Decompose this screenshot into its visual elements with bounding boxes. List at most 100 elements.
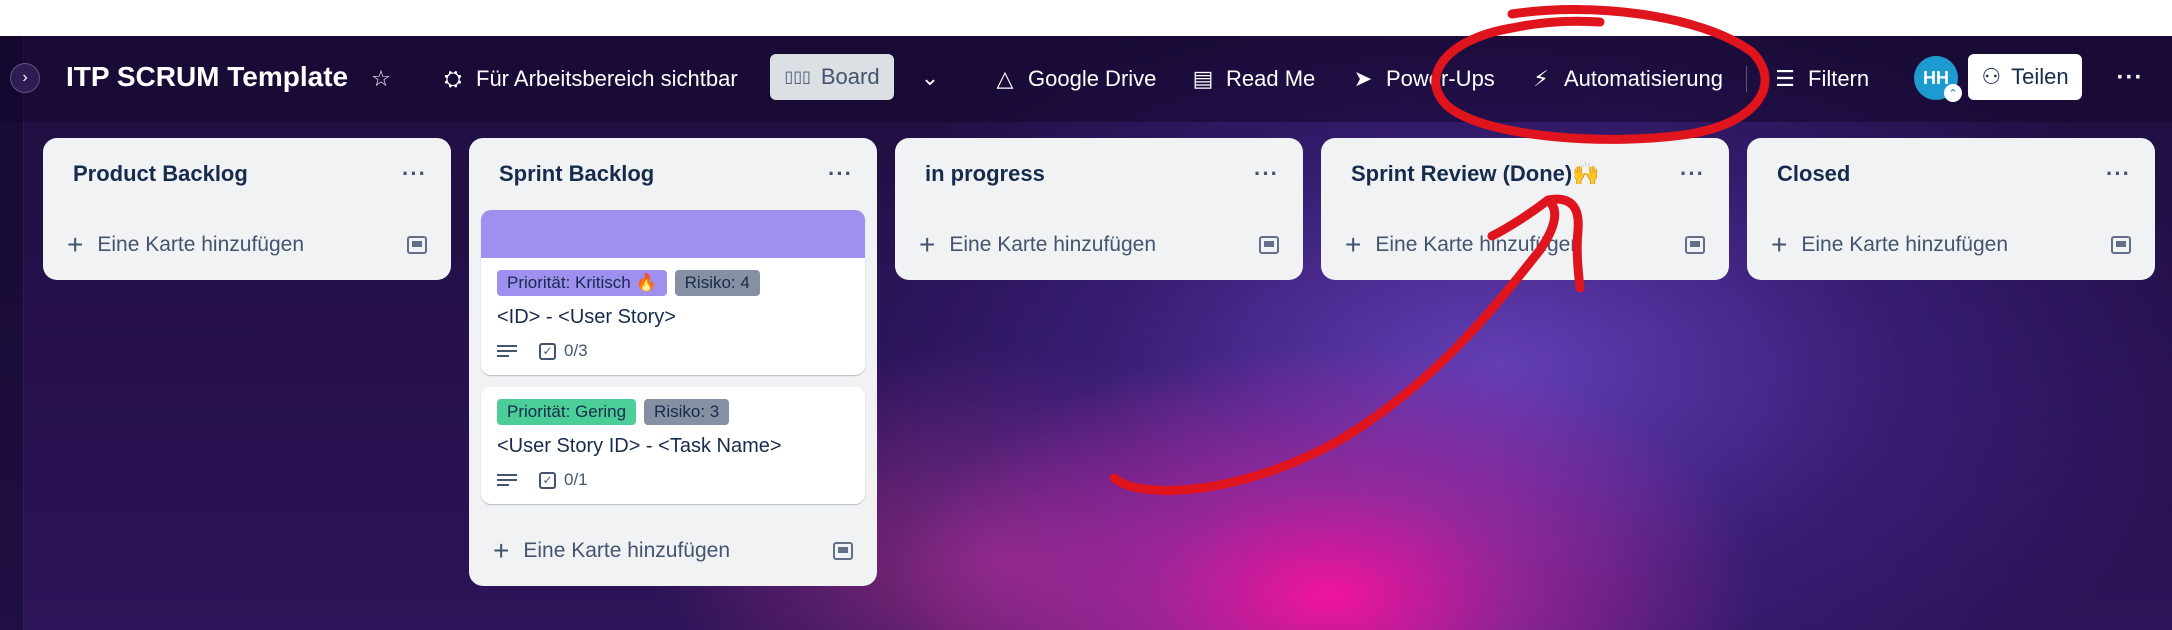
add-card-label: Eine Karte hinzufügen xyxy=(1801,233,2009,256)
view-dropdown-button[interactable]: ⌄ xyxy=(910,58,950,98)
add-card-button[interactable]: + Eine Karte hinzufügen xyxy=(1345,231,1582,259)
label-risk[interactable]: Risiko: 3 xyxy=(644,399,730,425)
expand-sidebar-button[interactable]: › xyxy=(10,63,40,93)
board-canvas: › ITP SCRUM Template ☆ ⛭ Für Arbeitsbere… xyxy=(0,36,2172,630)
list-product-backlog[interactable]: Product Backlog ··· + Eine Karte hinzufüg… xyxy=(43,138,451,280)
card-labels: Priorität: Gering Risiko: 3 xyxy=(497,399,853,425)
add-card-row: + Eine Karte hinzufügen xyxy=(1321,210,1729,280)
add-card-label: Eine Karte hinzufügen xyxy=(949,233,1157,256)
checklist-icon: ✓ xyxy=(539,342,556,360)
chevron-down-icon: ⌄ xyxy=(920,65,940,90)
checklist-count: 0/3 xyxy=(564,341,588,360)
google-drive-icon: △ xyxy=(996,66,1014,91)
list-menu-button[interactable]: ··· xyxy=(1680,161,1705,187)
list-header: Sprint Review (Done)🙌 ··· xyxy=(1321,138,1729,210)
header-divider xyxy=(1746,66,1747,92)
list-title[interactable]: Sprint Review (Done)🙌 xyxy=(1351,161,1600,187)
checklist-icon: ✓ xyxy=(539,471,556,489)
label-risk[interactable]: Risiko: 4 xyxy=(674,270,760,296)
avatar-initials: HH xyxy=(1923,67,1949,88)
admin-badge-icon: ⌃ xyxy=(1944,84,1962,102)
left-sidebar-strip[interactable] xyxy=(0,36,24,630)
card-badges: ✓ 0/1 xyxy=(497,470,853,490)
add-card-button[interactable]: + Eine Karte hinzufügen xyxy=(67,231,304,259)
list-sprint-backlog[interactable]: Sprint Backlog ··· Priorität: Kritisch 🔥… xyxy=(469,138,877,586)
card-template-icon[interactable] xyxy=(1259,236,1279,254)
label-priority[interactable]: Priorität: Gering xyxy=(497,399,637,425)
users-icon: ⛭ xyxy=(444,66,462,91)
list-title[interactable]: Sprint Backlog xyxy=(499,161,654,187)
power-ups-button[interactable]: ➤ Power-Ups xyxy=(1352,61,1495,97)
power-ups-label: Power-Ups xyxy=(1386,66,1495,91)
star-icon: ☆ xyxy=(371,66,391,91)
list-header: in progress ··· xyxy=(895,138,1303,210)
add-card-row: + Eine Karte hinzufügen xyxy=(895,210,1303,280)
list-in-progress[interactable]: in progress ··· + Eine Karte hinzufügen xyxy=(895,138,1303,280)
card-title: <User Story ID> - <Task Name> xyxy=(497,435,782,457)
board-title[interactable]: ITP SCRUM Template xyxy=(66,61,348,93)
list-title[interactable]: Product Backlog xyxy=(73,161,248,187)
view-switcher-board[interactable]: ▯▯▯ Board xyxy=(770,54,894,100)
label-priority[interactable]: Priorität: Kritisch 🔥 xyxy=(497,270,667,296)
add-card-button[interactable]: + Eine Karte hinzufügen xyxy=(493,537,730,565)
visibility-label: Für Arbeitsbereich sichtbar xyxy=(476,66,738,91)
list-title[interactable]: in progress xyxy=(925,161,1045,187)
read-me-label: Read Me xyxy=(1226,66,1316,91)
checklist-badge: ✓ 0/1 xyxy=(539,470,588,490)
share-label: Teilen xyxy=(2011,64,2069,89)
chevron-right-icon: › xyxy=(22,69,28,86)
google-drive-button[interactable]: △ Google Drive xyxy=(994,61,1157,97)
add-card-button[interactable]: + Eine Karte hinzufügen xyxy=(919,231,1156,259)
view-label: Board xyxy=(820,64,880,89)
card-body: Priorität: Gering Risiko: 3 <User Story … xyxy=(481,387,865,504)
description-icon xyxy=(497,474,517,486)
google-drive-label: Google Drive xyxy=(1028,66,1157,91)
list-menu-button[interactable]: ··· xyxy=(828,161,853,187)
description-icon xyxy=(497,345,517,357)
card-template-icon[interactable] xyxy=(407,236,427,254)
card-template-icon[interactable] xyxy=(2111,236,2131,254)
card-cover xyxy=(481,210,865,258)
card-title: <ID> - <User Story> xyxy=(497,306,676,328)
board-header: › ITP SCRUM Template ☆ ⛭ Für Arbeitsbere… xyxy=(0,36,2172,122)
board-menu-button[interactable]: ··· xyxy=(2110,58,2150,98)
read-me-button[interactable]: ▤ Read Me xyxy=(1192,61,1316,97)
checklist-count: 0/1 xyxy=(564,470,588,489)
list-closed[interactable]: Closed ··· + Eine Karte hinzufügen xyxy=(1747,138,2155,280)
add-card-row: + Eine Karte hinzufügen xyxy=(469,516,877,586)
add-card-label: Eine Karte hinzufügen xyxy=(523,539,731,562)
list-menu-button[interactable]: ··· xyxy=(402,161,427,187)
list-title[interactable]: Closed xyxy=(1777,161,1850,187)
rocket-icon: ➤ xyxy=(1353,66,1373,91)
card-task[interactable]: Priorität: Gering Risiko: 3 <User Story … xyxy=(481,387,865,504)
star-button[interactable]: ☆ xyxy=(370,61,392,97)
share-button[interactable]: ⚇ Teilen xyxy=(1968,54,2082,100)
card-template-icon[interactable] xyxy=(833,542,853,560)
add-card-label: Eine Karte hinzufügen xyxy=(97,233,305,256)
add-person-icon: ⚇ xyxy=(1981,64,2002,89)
list-header: Sprint Backlog ··· xyxy=(469,138,877,210)
plus-icon: + xyxy=(67,229,84,260)
list-menu-button[interactable]: ··· xyxy=(2106,161,2131,187)
add-card-button[interactable]: + Eine Karte hinzufügen xyxy=(1771,231,2008,259)
list-menu-button[interactable]: ··· xyxy=(1254,161,1279,187)
filter-button[interactable]: ☰ Filtern xyxy=(1774,61,1869,97)
add-card-label: Eine Karte hinzufügen xyxy=(1375,233,1583,256)
add-card-row: + Eine Karte hinzufügen xyxy=(43,210,451,280)
automation-button[interactable]: ⚡ Automatisierung xyxy=(1530,61,1723,97)
plus-icon: + xyxy=(1771,229,1788,260)
card-labels: Priorität: Kritisch 🔥 Risiko: 4 xyxy=(497,270,853,296)
add-card-row: + Eine Karte hinzufügen xyxy=(1747,210,2155,280)
list-header: Closed ··· xyxy=(1747,138,2155,210)
card-badges: ✓ 0/3 xyxy=(497,341,853,361)
visibility-button[interactable]: ⛭ Für Arbeitsbereich sichtbar xyxy=(442,61,738,97)
avatar[interactable]: HH ⌃ xyxy=(1914,56,1962,102)
checklist-badge: ✓ 0/3 xyxy=(539,341,588,361)
list-sprint-review[interactable]: Sprint Review (Done)🙌 ··· + Eine Karte hi… xyxy=(1321,138,1729,280)
card-body: Priorität: Kritisch 🔥 Risiko: 4 <ID> - <… xyxy=(481,258,865,375)
board-view-icon: ▯▯▯ xyxy=(784,69,811,86)
automation-label: Automatisierung xyxy=(1564,66,1723,91)
card-template-icon[interactable] xyxy=(1685,236,1705,254)
list-header: Product Backlog ··· xyxy=(43,138,451,210)
card-user-story[interactable]: Priorität: Kritisch 🔥 Risiko: 4 <ID> - <… xyxy=(481,210,865,375)
